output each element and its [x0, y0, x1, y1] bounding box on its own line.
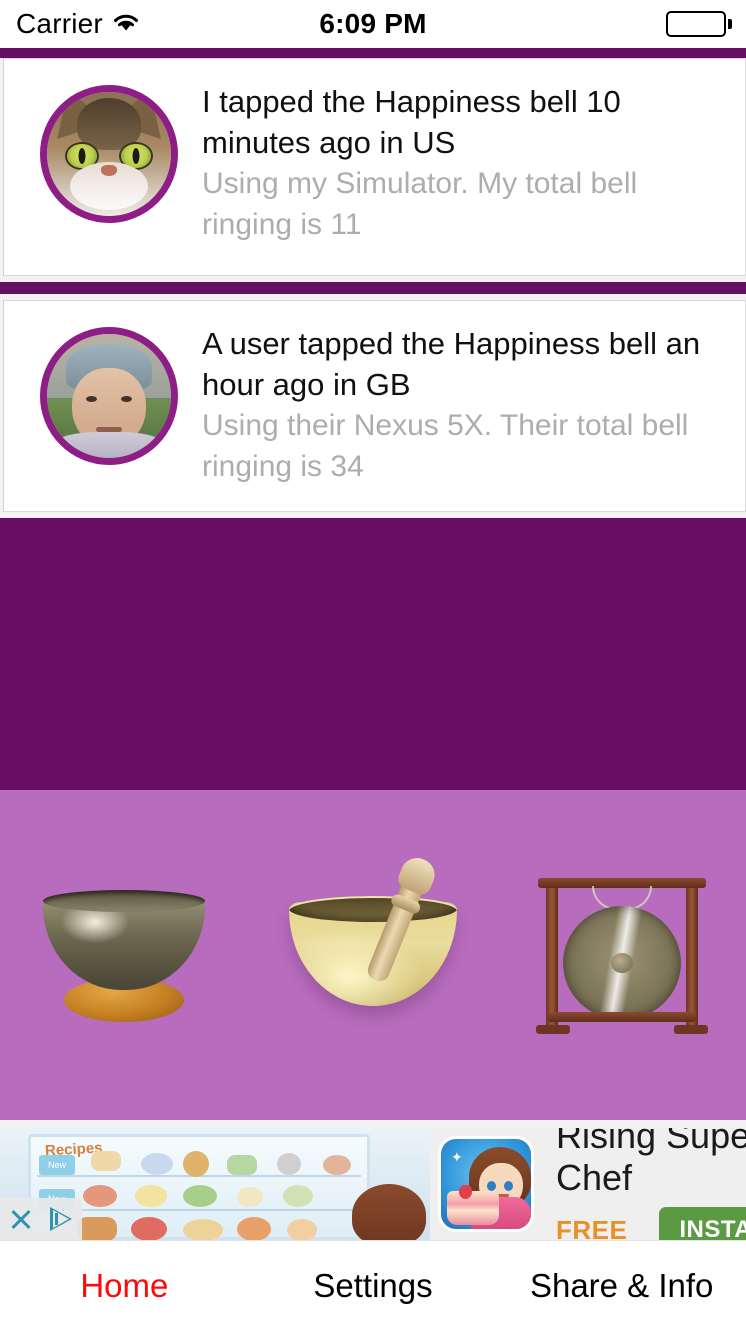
status-bar: Carrier 6:09 PM [0, 0, 746, 48]
tab-home[interactable]: Home [0, 1267, 249, 1305]
battery-full-icon [666, 11, 732, 37]
dark-singing-bowl-on-cushion[interactable] [19, 860, 229, 1050]
feed-card-subtitle: Using their Nexus 5X. Their total bell r… [202, 409, 689, 483]
feed-card[interactable]: A user tapped the Happiness bell an hour… [3, 300, 746, 512]
ad-controls[interactable] [0, 1198, 82, 1240]
install-button[interactable]: INSTALL [659, 1207, 746, 1240]
tab-share-info[interactable]: Share & Info [497, 1267, 746, 1305]
adchoices-icon[interactable] [49, 1207, 74, 1231]
feed-separator-band [0, 282, 746, 294]
rising-super-chef-app-icon[interactable]: ✦ ✦ [438, 1136, 534, 1232]
feed-card-text: A user tapped the Happiness bell an hour… [202, 323, 735, 487]
top-accent-band [0, 48, 746, 58]
ad-price-label: FREE [556, 1214, 628, 1241]
feed-card-title: I tapped the Happiness bell 10 minutes a… [202, 84, 621, 160]
gong-on-wooden-stand[interactable] [517, 860, 727, 1050]
tab-bar: Home Settings Share & Info [0, 1240, 746, 1330]
ad-creative-image[interactable]: Recipes New New [0, 1128, 430, 1240]
feed-card-subtitle: Using my Simulator. My total bell ringin… [202, 167, 638, 241]
ad-banner[interactable]: Recipes New New [0, 1128, 746, 1240]
golden-singing-bowl-with-mallet[interactable] [268, 853, 478, 1050]
feed-card-text: I tapped the Happiness bell 10 minutes a… [202, 81, 735, 245]
feed-card-title: A user tapped the Happiness bell an hour… [202, 326, 701, 402]
ad-title: Rising Super Chef [556, 1128, 746, 1198]
bells-panel [0, 790, 746, 1120]
close-x-icon[interactable] [9, 1207, 33, 1231]
ad-text-block: Rising Super Chef FREE INSTALL [534, 1128, 746, 1240]
feed-card[interactable]: I tapped the Happiness bell 10 minutes a… [3, 58, 746, 276]
cat-avatar [40, 85, 178, 223]
tab-settings[interactable]: Settings [249, 1267, 498, 1305]
purple-spacer-panel [0, 518, 746, 790]
clock-label: 6:09 PM [319, 8, 427, 39]
app-root: Carrier 6:09 PM I tapped the Happiness b… [0, 0, 746, 1330]
user-photo-avatar [40, 327, 178, 465]
